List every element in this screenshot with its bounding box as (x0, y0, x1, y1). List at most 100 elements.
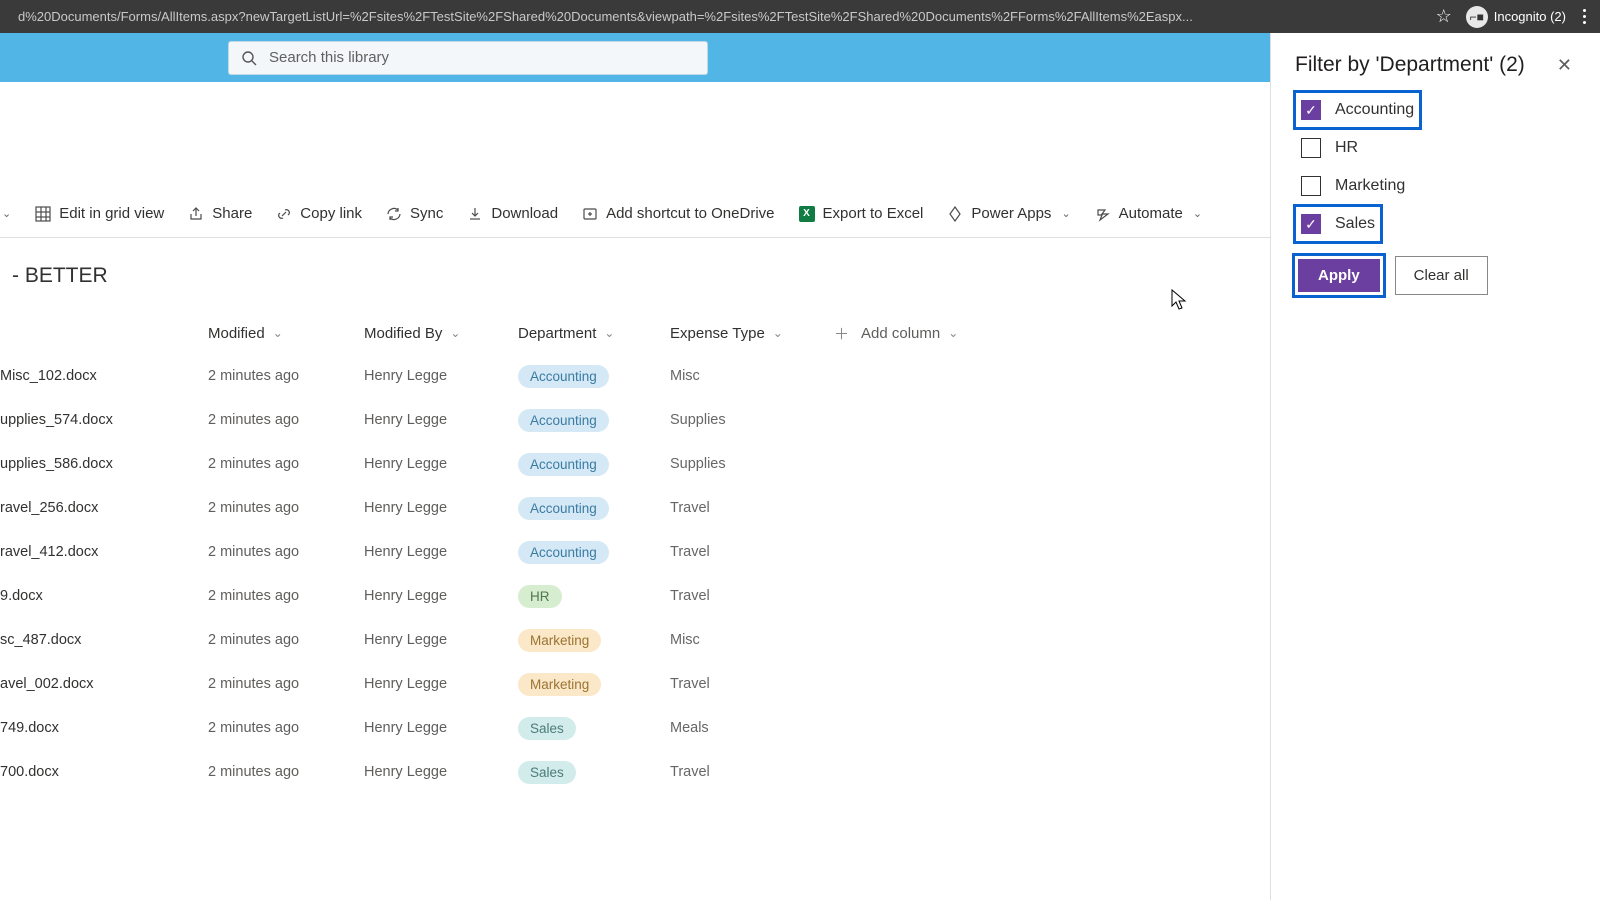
filter-panel: Filter by 'Department' (2) ✕ ✓ Accounting… (1270, 33, 1600, 900)
department-cell: Accounting (518, 541, 670, 564)
apply-button[interactable]: Apply (1298, 259, 1380, 292)
table-row[interactable]: upplies_574.docx2 minutes agoHenry Legge… (0, 398, 1107, 442)
table-row[interactable]: ravel_412.docx2 minutes agoHenry LeggeAc… (0, 530, 1107, 574)
filter-option-marketing[interactable]: Marketing (1295, 168, 1576, 204)
department-pill: Accounting (518, 365, 609, 388)
bookmark-star-icon[interactable]: ☆ (1436, 6, 1452, 27)
department-pill: Marketing (518, 673, 601, 696)
table-header: Modified⌄ Modified By⌄ Department⌄ Expen… (0, 312, 1107, 354)
department-cell: HR (518, 585, 670, 608)
filter-option-hr[interactable]: HR (1295, 130, 1576, 166)
table-row[interactable]: upplies_586.docx2 minutes agoHenry Legge… (0, 442, 1107, 486)
browser-chrome: d%20Documents/Forms/AllItems.aspx?newTar… (0, 0, 1600, 33)
table-row[interactable]: ravel_256.docx2 minutes agoHenry LeggeAc… (0, 486, 1107, 530)
filter-panel-title: Filter by 'Department' (2) (1295, 53, 1525, 77)
table-row[interactable]: Misc_102.docx2 minutes agoHenry LeggeAcc… (0, 354, 1107, 398)
expense-type-cell: Travel (670, 544, 834, 560)
department-pill: Accounting (518, 497, 609, 520)
filter-option-label: Accounting (1335, 101, 1414, 119)
col-department[interactable]: Department⌄ (518, 325, 670, 342)
file-name[interactable]: avel_002.docx (0, 676, 208, 692)
power-apps-button[interactable]: Power Apps ⌄ (935, 190, 1082, 237)
col-modified-by[interactable]: Modified By⌄ (364, 325, 518, 342)
file-name[interactable]: sc_487.docx (0, 632, 208, 648)
filter-option-sales[interactable]: ✓ Sales (1295, 206, 1381, 242)
modified-cell: 2 minutes ago (208, 764, 364, 780)
sync-button[interactable]: Sync (374, 190, 455, 237)
table-row[interactable]: 9.docx2 minutes agoHenry LeggeHRTravel (0, 574, 1107, 618)
department-cell: Accounting (518, 365, 670, 388)
department-cell: Sales (518, 717, 670, 740)
browser-menu-icon[interactable] (1576, 9, 1592, 24)
automate-button[interactable]: Automate ⌄ (1083, 190, 1214, 237)
modified-cell: 2 minutes ago (208, 588, 364, 604)
table-row[interactable]: sc_487.docx2 minutes agoHenry LeggeMarke… (0, 618, 1107, 662)
add-column-button[interactable]: ＋Add column⌄ (834, 323, 994, 344)
copy-link-button[interactable]: Copy link (264, 190, 374, 237)
modified-cell: 2 minutes ago (208, 500, 364, 516)
checkbox[interactable]: ✓ (1301, 214, 1321, 234)
table-row[interactable]: 749.docx2 minutes agoHenry LeggeSalesMea… (0, 706, 1107, 750)
download-icon (467, 206, 483, 222)
search-icon (241, 50, 257, 66)
incognito-indicator[interactable]: ⌐■ Incognito (2) (1466, 6, 1566, 28)
filter-option-label: Sales (1335, 215, 1375, 233)
file-name[interactable]: ravel_256.docx (0, 500, 208, 516)
link-icon (276, 206, 292, 222)
share-button[interactable]: Share (176, 190, 264, 237)
modified-cell: 2 minutes ago (208, 544, 364, 560)
file-name[interactable]: ravel_412.docx (0, 544, 208, 560)
col-modified[interactable]: Modified⌄ (208, 325, 364, 342)
modified-cell: 2 minutes ago (208, 632, 364, 648)
new-dropdown[interactable]: ⌄ (0, 190, 23, 237)
chevron-down-icon: ⌄ (273, 326, 283, 340)
search-input[interactable] (269, 49, 695, 66)
department-pill: Accounting (518, 453, 609, 476)
edit-grid-button[interactable]: Edit in grid view (23, 190, 176, 237)
department-pill: Sales (518, 761, 576, 784)
automate-icon (1095, 206, 1111, 222)
col-expense-type[interactable]: Expense Type⌄ (670, 325, 834, 342)
download-button[interactable]: Download (455, 190, 570, 237)
filter-option-label: HR (1335, 139, 1358, 157)
grid-icon (35, 206, 51, 222)
modified-by-cell: Henry Legge (364, 632, 518, 648)
department-cell: Accounting (518, 409, 670, 432)
search-box[interactable] (228, 41, 708, 75)
export-excel-button[interactable]: X Export to Excel (787, 190, 936, 237)
file-name[interactable]: 9.docx (0, 588, 208, 604)
checkbox[interactable] (1301, 176, 1321, 196)
filter-option-label: Marketing (1335, 177, 1405, 195)
file-name[interactable]: 749.docx (0, 720, 208, 736)
department-cell: Sales (518, 761, 670, 784)
expense-type-cell: Travel (670, 588, 834, 604)
modified-by-cell: Henry Legge (364, 676, 518, 692)
modified-cell: 2 minutes ago (208, 456, 364, 472)
checkbox[interactable] (1301, 138, 1321, 158)
expense-type-cell: Supplies (670, 456, 834, 472)
file-name[interactable]: Misc_102.docx (0, 368, 208, 384)
department-pill: HR (518, 585, 562, 608)
clear-all-button[interactable]: Clear all (1395, 256, 1488, 295)
file-name[interactable]: upplies_586.docx (0, 456, 208, 472)
chevron-down-icon: ⌄ (604, 326, 614, 340)
close-icon[interactable]: ✕ (1553, 53, 1576, 78)
modified-cell: 2 minutes ago (208, 720, 364, 736)
table-row[interactable]: 700.docx2 minutes agoHenry LeggeSalesTra… (0, 750, 1107, 794)
expense-type-cell: Misc (670, 632, 834, 648)
file-name[interactable]: 700.docx (0, 764, 208, 780)
excel-icon: X (799, 206, 815, 222)
expense-type-cell: Misc (670, 368, 834, 384)
modified-by-cell: Henry Legge (364, 456, 518, 472)
filter-option-accounting[interactable]: ✓ Accounting (1295, 92, 1420, 128)
table-row[interactable]: avel_002.docx2 minutes agoHenry LeggeMar… (0, 662, 1107, 706)
checkbox[interactable]: ✓ (1301, 100, 1321, 120)
incognito-icon: ⌐■ (1466, 6, 1488, 28)
expense-type-cell: Travel (670, 500, 834, 516)
add-shortcut-button[interactable]: Add shortcut to OneDrive (570, 190, 786, 237)
address-bar[interactable]: d%20Documents/Forms/AllItems.aspx?newTar… (8, 9, 1422, 24)
chevron-down-icon: ⌄ (948, 326, 958, 340)
expense-type-cell: Travel (670, 676, 834, 692)
file-name[interactable]: upplies_574.docx (0, 412, 208, 428)
sync-icon (386, 206, 402, 222)
